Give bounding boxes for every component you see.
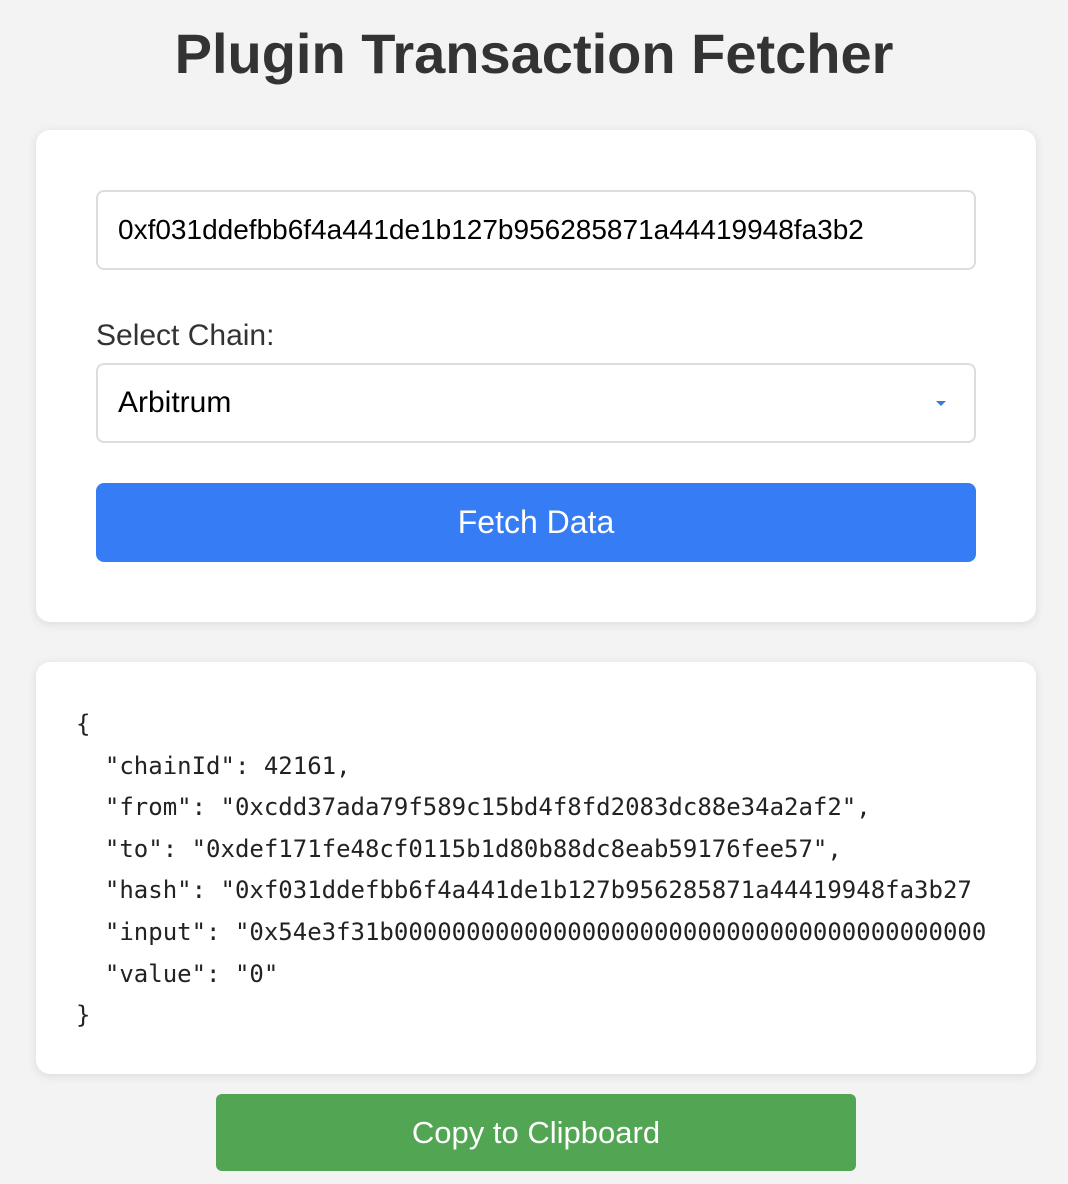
fetch-form-card: Select Chain: Arbitrum Fetch Data <box>36 130 1036 622</box>
json-line: "from": "0xcdd37ada79f589c15bd4f8fd2083d… <box>76 793 871 822</box>
fetch-data-button[interactable]: Fetch Data <box>96 483 976 562</box>
json-output-card: { "chainId": 42161, "from": "0xcdd37ada7… <box>36 662 1036 1074</box>
page-title: Plugin Transaction Fetcher <box>174 22 894 85</box>
json-line: { <box>76 710 91 738</box>
copy-to-clipboard-button[interactable]: Copy to Clipboard <box>216 1094 856 1171</box>
chevron-down-icon <box>936 401 946 406</box>
json-line: } <box>76 1001 91 1030</box>
chain-select[interactable]: Arbitrum <box>96 363 976 443</box>
chain-select-value: Arbitrum <box>118 386 232 419</box>
json-line: "input": "0x54e3f31b00000000000000000000… <box>76 917 987 946</box>
json-line: "to": "0xdef171fe48cf0115b1d80b88dc8eab5… <box>76 834 842 863</box>
json-line: "chainId": 42161, <box>76 751 351 780</box>
json-line: "hash": "0xf031ddefbb6f4a441de1b127b9562… <box>76 876 972 905</box>
json-output: { "chainId": 42161, "from": "0xcdd37ada7… <box>76 704 986 1037</box>
transaction-hash-input[interactable] <box>96 190 976 270</box>
chain-select-label: Select Chain: <box>96 319 275 352</box>
json-line: "value": "0" <box>76 959 279 988</box>
